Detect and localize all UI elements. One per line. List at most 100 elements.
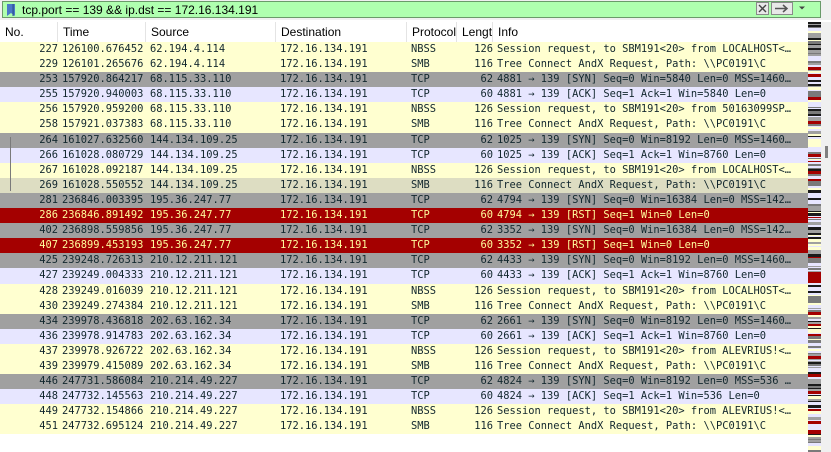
packet-info: Session request, to SBM191<20> from LOCA… bbox=[497, 284, 792, 297]
packet-protocol: NBSS bbox=[411, 103, 437, 116]
packet-row[interactable]: 439 239979.415089 202.63.162.34 172.16.134.… bbox=[0, 358, 820, 375]
packet-row[interactable]: 227 126100.676452 62.194.4.114 172.16.134.1… bbox=[0, 42, 820, 58]
packet-protocol: TCP bbox=[411, 329, 430, 342]
packet-row[interactable]: 281 236846.003395 195.36.247.77 172.16.134.… bbox=[0, 192, 820, 209]
packet-row[interactable]: 434 239978.436818 202.63.162.34 172.16.134.… bbox=[0, 313, 820, 329]
scrollbar-thumb[interactable] bbox=[825, 146, 828, 158]
packet-protocol: NBSS bbox=[411, 163, 437, 176]
packet-row[interactable]: 229 126101.265676 62.194.4.114 172.16.134.1… bbox=[0, 57, 820, 73]
packet-row[interactable]: 267 161028.092187 144.134.109.25 172.16.134… bbox=[0, 162, 820, 178]
packet-minimap[interactable] bbox=[808, 22, 821, 452]
packet-time: 239978.436818 bbox=[62, 314, 144, 327]
packet-row[interactable]: 437 239978.926722 202.63.162.34 172.16.134.… bbox=[0, 343, 820, 359]
packet-row[interactable]: 449 247732.154866 210.214.49.227 172.16.134… bbox=[0, 404, 820, 420]
packet-row[interactable]: 430 239249.274384 210.12.211.121 172.16.134… bbox=[0, 298, 820, 314]
packet-row[interactable]: 255 157920.940003 68.115.33.110 172.16.134.… bbox=[0, 87, 820, 103]
packet-time: 247732.695124 bbox=[62, 420, 144, 433]
packet-number: 427 bbox=[39, 269, 58, 282]
packet-length: 126 bbox=[474, 163, 493, 176]
packet-row[interactable]: 266 161028.080729 144.134.109.25 172.16.134… bbox=[0, 147, 820, 163]
packet-destination: 172.16.134.191 bbox=[280, 103, 368, 116]
packet-source: 210.214.49.227 bbox=[150, 405, 238, 418]
packet-row[interactable]: 428 239249.016039 210.12.211.121 172.16.134… bbox=[0, 283, 820, 299]
column-header-info[interactable]: Info bbox=[493, 22, 820, 42]
packet-info: Session request, to SBM191<20> from ALEV… bbox=[497, 344, 792, 357]
packet-protocol: TCP bbox=[411, 73, 430, 86]
packet-source: 144.134.109.25 bbox=[150, 133, 238, 146]
column-header-time[interactable]: Time bbox=[58, 22, 146, 42]
packet-destination: 172.16.134.191 bbox=[280, 163, 368, 176]
packet-length: 60 bbox=[480, 269, 493, 282]
packet-source: 202.63.162.34 bbox=[150, 344, 232, 357]
column-header-source[interactable]: Source bbox=[146, 22, 276, 42]
packet-list-header: No. Time Source Destination Protocol Len… bbox=[0, 22, 820, 43]
packet-destination: 172.16.134.191 bbox=[280, 209, 368, 222]
packet-time: 236898.559856 bbox=[62, 224, 144, 237]
display-filter-toolbar: tcp.port == 139 && ip.dst == 172.16.134.… bbox=[0, 0, 831, 20]
filter-history-dropdown[interactable] bbox=[796, 2, 810, 15]
packet-destination: 172.16.134.191 bbox=[280, 390, 368, 403]
packet-length: 126 bbox=[474, 43, 493, 55]
packet-row[interactable]: 258 157921.037383 68.115.33.110 172.16.134.… bbox=[0, 117, 820, 133]
packet-destination: 172.16.134.191 bbox=[280, 299, 368, 312]
packet-row[interactable]: 286 236846.891492 195.36.247.77 172.16.134.… bbox=[0, 208, 820, 224]
packet-info: 4433 → 139 [SYN] Seq=0 Win=8192 Len=0 MS… bbox=[497, 254, 792, 267]
packet-protocol: TCP bbox=[411, 314, 430, 327]
clear-filter-button[interactable] bbox=[756, 2, 769, 15]
packet-row[interactable]: 448 247732.145563 210.214.49.227 172.16.134… bbox=[0, 389, 820, 405]
packet-destination: 172.16.134.191 bbox=[280, 73, 368, 86]
packet-source: 210.214.49.227 bbox=[150, 420, 238, 433]
packet-length: 60 bbox=[480, 390, 493, 403]
packet-row[interactable]: 269 161028.550552 144.134.109.25 172.16.134… bbox=[0, 177, 820, 193]
column-header-length[interactable]: Lengtl bbox=[457, 22, 493, 42]
packet-length: 60 bbox=[480, 88, 493, 101]
packet-protocol: SMB bbox=[411, 420, 430, 433]
packet-row[interactable]: 451 247732.695124 210.214.49.227 172.16.134… bbox=[0, 419, 820, 435]
packet-row[interactable]: 407 236899.453193 195.36.247.77 172.16.134.… bbox=[0, 238, 820, 254]
column-header-destination[interactable]: Destination bbox=[276, 22, 407, 42]
packet-destination: 172.16.134.191 bbox=[280, 43, 368, 55]
packet-time: 157920.864217 bbox=[62, 73, 144, 86]
packet-row[interactable]: 264 161027.632560 144.134.109.25 172.16.134… bbox=[0, 132, 820, 148]
packet-row[interactable]: 425 239248.726313 210.12.211.121 172.16.134… bbox=[0, 253, 820, 269]
packet-row[interactable]: 427 239249.004333 210.12.211.121 172.16.134… bbox=[0, 268, 820, 284]
packet-destination: 172.16.134.191 bbox=[280, 88, 368, 101]
packet-source: 68.115.33.110 bbox=[150, 88, 232, 101]
packet-info: Session request, to SBM191<20> from LOCA… bbox=[497, 43, 792, 55]
packet-protocol: TCP bbox=[411, 88, 430, 101]
packet-destination: 172.16.134.191 bbox=[280, 58, 368, 71]
packet-source: 62.194.4.114 bbox=[150, 58, 226, 71]
packet-number: 402 bbox=[39, 224, 58, 237]
packet-time: 161028.092187 bbox=[62, 163, 144, 176]
apply-filter-button[interactable] bbox=[771, 2, 793, 15]
packet-row[interactable]: 253 157920.864217 68.115.33.110 172.16.134.… bbox=[0, 72, 820, 88]
packet-protocol: SMB bbox=[411, 118, 430, 131]
packet-row[interactable]: 436 239978.914783 202.63.162.34 172.16.134.… bbox=[0, 328, 820, 344]
packet-row[interactable]: 446 247731.586084 210.214.49.227 172.16.134… bbox=[0, 374, 820, 390]
packet-info: Session request, to SBM191<20> from LOCA… bbox=[497, 163, 792, 176]
packet-length: 62 bbox=[480, 133, 493, 146]
packet-number: 258 bbox=[39, 118, 58, 131]
packet-length: 116 bbox=[474, 118, 493, 131]
packet-info: Tree Connect AndX Request, Path: \\PC019… bbox=[497, 178, 766, 191]
packet-length: 126 bbox=[474, 405, 493, 418]
column-header-no[interactable]: No. bbox=[0, 22, 58, 42]
packet-list: 227 126100.676452 62.194.4.114 172.16.134.1… bbox=[0, 42, 820, 452]
column-header-protocol[interactable]: Protocol bbox=[407, 22, 457, 42]
packet-length: 116 bbox=[474, 299, 493, 312]
packet-length: 62 bbox=[480, 224, 493, 237]
bookmark-icon[interactable] bbox=[6, 4, 16, 16]
packet-number: 229 bbox=[39, 58, 58, 71]
packet-length: 116 bbox=[474, 178, 493, 191]
packet-source: 210.12.211.121 bbox=[150, 299, 238, 312]
packet-protocol: TCP bbox=[411, 209, 430, 222]
packet-row[interactable]: 256 157920.959200 68.115.33.110 172.16.134.… bbox=[0, 102, 820, 118]
packet-time: 236846.891492 bbox=[62, 209, 144, 222]
packet-time: 239978.926722 bbox=[62, 344, 144, 357]
packet-destination: 172.16.134.191 bbox=[280, 239, 368, 252]
packet-time: 161027.632560 bbox=[62, 133, 144, 146]
vertical-scrollbar[interactable] bbox=[821, 22, 831, 452]
packet-length: 126 bbox=[474, 103, 493, 116]
display-filter-input[interactable]: tcp.port == 139 && ip.dst == 172.16.134.… bbox=[2, 1, 821, 18]
packet-row[interactable]: 402 236898.559856 195.36.247.77 172.16.134.… bbox=[0, 223, 820, 239]
